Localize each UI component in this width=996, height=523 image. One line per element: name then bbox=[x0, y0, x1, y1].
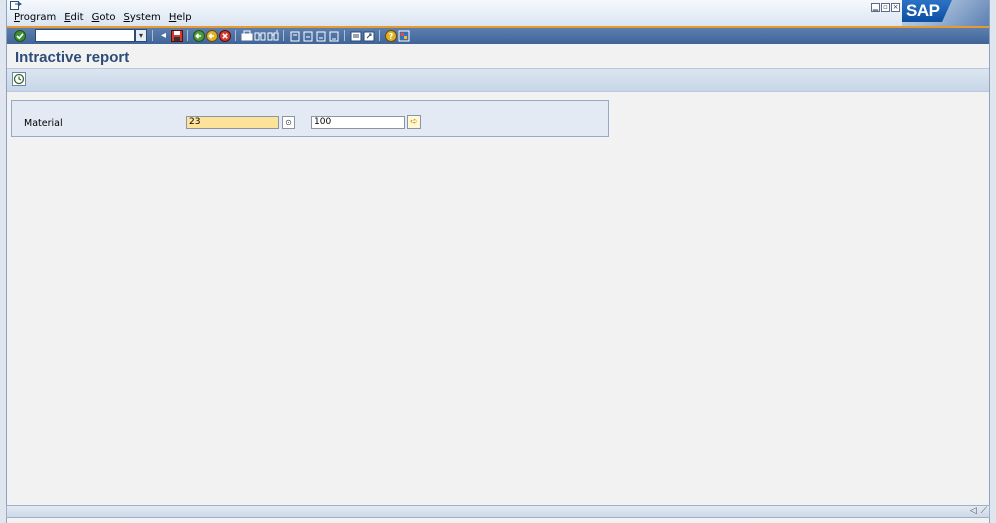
material-high-input[interactable]: 100 bbox=[311, 116, 405, 129]
material-low-input[interactable]: 23 bbox=[186, 116, 279, 129]
svg-text:?: ? bbox=[388, 32, 393, 41]
close-icon[interactable]: × bbox=[891, 3, 900, 12]
toolbar-separator bbox=[235, 30, 236, 41]
selection-option-icon[interactable]: ⊙ bbox=[282, 116, 295, 129]
title-bar: Intractive report bbox=[7, 46, 989, 68]
status-bar: ◁ ⟋ bbox=[6, 505, 990, 518]
resize-grip-icon[interactable]: ⟋ bbox=[981, 506, 987, 516]
window-controls: ▁ ▫ × bbox=[871, 3, 900, 12]
selection-screen-block: Material 23 ⊙ 100 ➪ bbox=[11, 100, 609, 137]
status-expand-icon[interactable]: ◁ bbox=[970, 506, 977, 516]
next-page-icon[interactable] bbox=[314, 29, 327, 42]
sap-logo-text: SAP bbox=[902, 0, 952, 22]
create-session-icon[interactable] bbox=[349, 29, 362, 42]
last-page-icon[interactable] bbox=[327, 29, 340, 42]
find-icon[interactable] bbox=[253, 29, 266, 42]
system-menu-icon[interactable] bbox=[10, 1, 22, 11]
print-icon[interactable] bbox=[240, 29, 253, 42]
menu-system[interactable]: System bbox=[124, 12, 161, 23]
menu-help[interactable]: Help bbox=[169, 12, 192, 23]
menu-bar: Program Edit Goto System Help ▁ ▫ × SAP bbox=[7, 0, 989, 26]
standard-toolbar: ▾ ◂ ? bbox=[7, 28, 989, 44]
maximize-icon[interactable]: ▫ bbox=[881, 3, 890, 12]
execute-icon[interactable] bbox=[12, 72, 26, 86]
menu-items: Program Edit Goto System Help bbox=[14, 12, 192, 23]
enter-icon[interactable] bbox=[13, 29, 26, 42]
previous-page-icon[interactable] bbox=[301, 29, 314, 42]
command-dropdown-icon[interactable]: ▾ bbox=[135, 29, 147, 42]
menu-edit[interactable]: Edit bbox=[64, 12, 83, 23]
sap-window: Program Edit Goto System Help ▁ ▫ × SAP … bbox=[6, 0, 990, 523]
page-title: Intractive report bbox=[15, 49, 130, 66]
menu-goto[interactable]: Goto bbox=[92, 12, 116, 23]
multiple-selection-icon[interactable]: ➪ bbox=[407, 115, 421, 129]
help-icon[interactable]: ? bbox=[384, 29, 397, 42]
cancel-icon[interactable] bbox=[218, 29, 231, 42]
first-page-icon[interactable] bbox=[288, 29, 301, 42]
toolbar-separator bbox=[379, 30, 380, 41]
customize-layout-icon[interactable] bbox=[397, 29, 410, 42]
menu-program[interactable]: Program bbox=[14, 12, 56, 23]
exit-icon[interactable] bbox=[205, 29, 218, 42]
sap-logo: SAP bbox=[902, 0, 989, 26]
back-arrow-icon[interactable]: ◂ bbox=[157, 29, 170, 42]
save-icon[interactable] bbox=[170, 29, 183, 42]
command-field[interactable] bbox=[35, 29, 135, 42]
back-icon[interactable] bbox=[192, 29, 205, 42]
material-label: Material bbox=[24, 118, 63, 129]
toolbar-separator bbox=[187, 30, 188, 41]
toolbar-separator bbox=[152, 30, 153, 41]
toolbar-separator bbox=[283, 30, 284, 41]
generate-shortcut-icon[interactable] bbox=[362, 29, 375, 42]
minimize-icon[interactable]: ▁ bbox=[871, 3, 880, 12]
status-bar-controls: ◁ ⟋ bbox=[970, 506, 987, 516]
toolbar-separator bbox=[344, 30, 345, 41]
application-toolbar bbox=[7, 68, 989, 92]
find-next-icon[interactable] bbox=[266, 29, 279, 42]
